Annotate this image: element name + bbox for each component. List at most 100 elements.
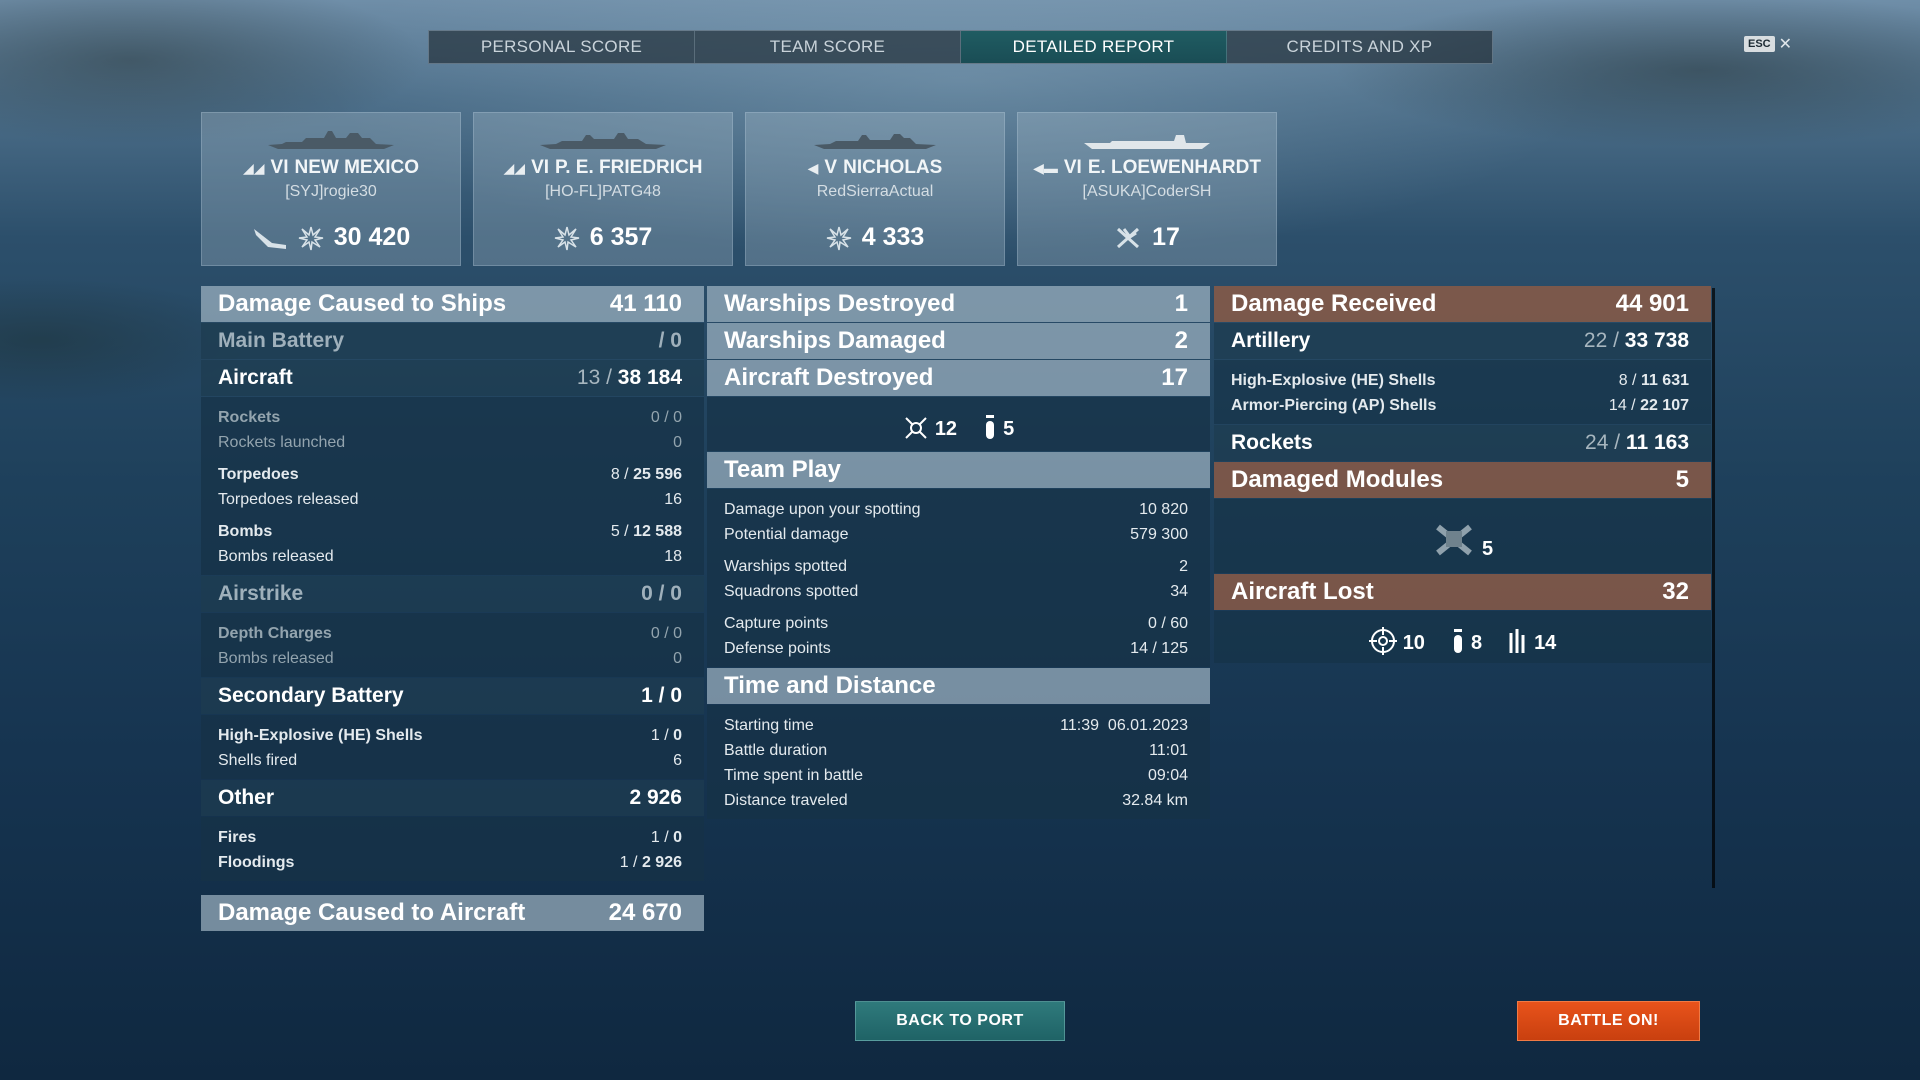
ship-name: ◢◢ VI NEW MEXICO [242,157,420,178]
ship-card[interactable]: ◀ V NICHOLAS RedSierraActual 4 333 [745,112,1005,266]
tab-credits-xp[interactable]: CREDITS AND XP [1227,31,1492,63]
bombs-released-row: Bombs released 0 [218,650,682,667]
fighters-count: 12 [934,418,958,440]
time-row: Battle duration 11:01 [724,742,1188,759]
card-stat-value: 17 [1152,223,1180,251]
other-breakdown: Fires 1 / 0 Floodings 1 / 2 926 [201,817,704,881]
ship-card[interactable]: ◀▬ VI E. LOEWENHARDT [ASUKA]CoderSH 17 [1017,112,1277,266]
warships-damaged-header: Warships Damaged 2 [707,323,1210,359]
team-play-header: Team Play [707,452,1210,488]
crosshair-fighter-icon [1368,627,1397,655]
bomber-icon [986,415,995,439]
ship-card[interactable]: ◢◢ VI P. E. FRIEDRICH [HO-FL]PATG48 6 357 [473,112,733,266]
battleship-silhouette-icon [268,131,394,149]
airstrike-breakdown: Depth Charges 0 / 0 Bombs released 0 [201,613,704,677]
card-stat-value: 4 333 [861,223,925,251]
team-play-row: Squadrons spotted 34 [724,583,1188,600]
close-icon: ✕ [1778,36,1793,53]
bomber-icon [1453,629,1462,653]
player-name: RedSierraActual [816,183,934,200]
depth-charges-row: Depth Charges 0 / 0 [218,625,682,642]
team-play-row: Potential damage 579 300 [724,526,1188,543]
carrier-class-icon: ◀▬ [1033,159,1058,176]
damage-to-aircraft-header: Damage Caused to Aircraft 24 670 [201,895,704,931]
aircraft-lost-header: Aircraft Lost 32 [1214,574,1711,610]
damage-received-header: Damage Received 44 901 [1214,286,1711,322]
aircraft-destroyed-breakdown: 12 5 [707,397,1210,451]
player-name: [SYJ]rogie30 [285,183,377,200]
hangar-damage-count: 5 [1481,538,1494,560]
he-received-row: High-Explosive (HE) Shells 8 / 11 631 [1231,372,1689,389]
tab-personal-score[interactable]: PERSONAL SCORE [429,31,695,63]
hangar-module-icon [1436,524,1472,556]
bombers-count: 5 [1003,418,1015,440]
rockets-row: Rockets 0 / 0 [218,409,682,426]
damaged-modules-breakdown: 5 [1214,499,1711,573]
secondary-battery-row: Secondary Battery 1 / 0 [201,678,704,714]
secondary-breakdown: High-Explosive (HE) Shells 1 / 0 Shells f… [201,715,704,779]
time-distance-breakdown: Starting time 11:39 06.01.2023 Battle dur… [707,705,1210,819]
tab-detailed-report[interactable]: DETAILED REPORT [961,31,1227,63]
player-name: [HO-FL]PATG48 [545,183,661,200]
ship-name: ◀▬ VI E. LOEWENHARDT [1033,157,1261,178]
team-play-row: Damage upon your spotting 10 820 [724,501,1188,518]
damage-caused-header: Damage Caused to Ships 41 110 [201,286,704,322]
cruiser-silhouette-icon [540,133,666,149]
damage-burst-icon [298,226,323,250]
card-stat-value: 30 420 [333,223,411,251]
airstrike-row: Airstrike 0 / 0 [201,576,704,612]
close-button[interactable]: ESC ✕ [1744,34,1792,54]
tab-team-score[interactable]: TEAM SCORE [695,31,961,63]
artillery-row: Artillery 22 / 33 738 [1214,323,1711,359]
plane-kill-icon [1117,227,1140,248]
damage-burst-icon [554,226,579,250]
team-play-breakdown: Damage upon your spotting 10 820 Potentia… [707,489,1210,667]
plane-icon [253,228,286,249]
time-row: Starting time 11:39 06.01.2023 [724,717,1188,734]
aircraft-row: Aircraft 13 / 38 184 [201,360,704,396]
bombs-row: Bombs 5 / 12 588 [218,523,682,540]
team-play-row: Capture points 0 / 60 [724,615,1188,632]
floodings-row: Floodings 1 / 2 926 [218,854,682,871]
aircraft-lost-breakdown: 10 8 14 [1214,611,1711,663]
damage-burst-icon [826,226,851,250]
he-shells-row: High-Explosive (HE) Shells 1 / 0 [218,727,682,744]
destroyer-class-icon: ◀ [807,159,819,176]
damage-caused-panel: Damage Caused to Ships 41 110 Main Batter… [201,286,704,954]
time-row: Distance traveled 32.84 km [724,792,1188,809]
fighter-icon [905,417,927,439]
player-name: [ASUKA]CoderSH [1082,183,1212,200]
battleship-class-icon: ◢◢ [503,159,526,176]
aircraft-breakdown: Rockets 0 / 0 Rockets launched 0 Torpedoes… [201,397,704,575]
rocket-planes-lost-count: 14 [1534,632,1557,654]
report-tabs: PERSONAL SCORE TEAM SCORE DETAILED REPOR… [428,30,1493,64]
ship-name: ◀ V NICHOLAS [807,157,943,178]
shells-fired-row: Shells fired 6 [218,752,682,769]
time-row: Time spent in battle 09:04 [724,767,1188,784]
time-distance-header: Time and Distance [707,668,1210,704]
torpedoes-released-row: Torpedoes released 16 [218,491,682,508]
scrollbar[interactable] [1712,288,1715,888]
warships-destroyed-header: Warships Destroyed 1 [707,286,1210,322]
bombs-released-row: Bombs released 18 [218,548,682,565]
card-stat-value: 6 357 [589,223,653,251]
rocket-plane-icon [1509,629,1525,653]
battle-on-button[interactable]: BATTLE ON! [1517,1001,1700,1041]
kills-panel: Warships Destroyed 1 Warships Damaged 2 Ai… [707,286,1210,820]
artillery-breakdown: High-Explosive (HE) Shells 8 / 11 631 Arm… [1214,360,1711,424]
fighters-lost-count: 10 [1402,632,1425,654]
destroyer-silhouette-icon [814,134,936,149]
torpedoes-row: Torpedoes 8 / 25 596 [218,466,682,483]
damaged-modules-header: Damaged Modules 5 [1214,462,1711,498]
ship-name: ◢◢ VI P. E. FRIEDRICH [503,157,703,178]
esc-key-label: ESC [1744,36,1775,52]
back-to-port-button[interactable]: BACK TO PORT [855,1001,1065,1041]
main-battery-row: Main Battery/ 0 [201,323,704,359]
rockets-launched-row: Rockets launched 0 [218,434,682,451]
rockets-received-row: Rockets 24 / 11 163 [1214,425,1711,461]
fires-row: Fires 1 / 0 [218,829,682,846]
team-play-row: Defense points 14 / 125 [724,640,1188,657]
battleship-class-icon: ◢◢ [242,159,265,176]
other-row: Other 2 926 [201,780,704,816]
ship-card[interactable]: ◢◢ VI NEW MEXICO [SYJ]rogie30 30 420 [201,112,461,266]
